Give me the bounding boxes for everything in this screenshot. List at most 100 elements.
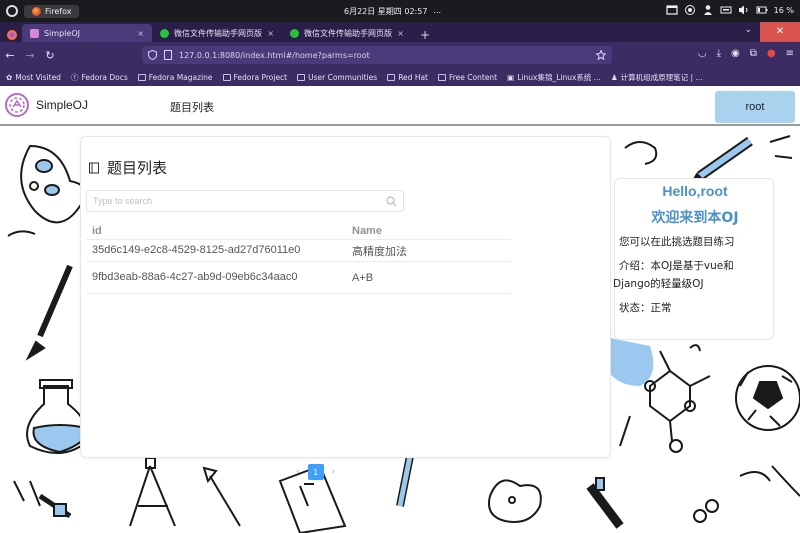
tab-label: 微信文件传输助手网页版: [174, 28, 262, 38]
problem-table: id Name 35d6c149-e2c8-4529-8125-ad27d760…: [86, 223, 511, 294]
problem-list-card: 题目列表 id Name 35d6c149-e2c8-4529-8125-ad2…: [80, 136, 611, 458]
column-header-name[interactable]: Name: [352, 225, 511, 237]
close-tab-icon[interactable]: ×: [137, 29, 144, 38]
table-row[interactable]: 9fbd3eab-88a6-4c27-ab9d-09eb6c34aac0 A+B: [86, 262, 511, 294]
firefox-view-icon[interactable]: [6, 29, 18, 41]
app-name: Firefox: [45, 6, 72, 16]
intro-line-2: 介绍：本OJ是基于vue和: [619, 260, 734, 272]
bookmark-fedora-magazine[interactable]: Fedora Magazine: [137, 73, 213, 82]
tab-strip: SimpleOJ × 微信文件传输助手网页版 × 微信文件传输助手网页版 × +…: [0, 22, 800, 42]
tab-wechat-1[interactable]: 微信文件传输助手网页版 ×: [152, 24, 282, 42]
back-arrow-icon[interactable]: ←: [0, 49, 20, 62]
battery-level: 16 %: [773, 5, 794, 15]
folder-icon: [387, 73, 396, 81]
tab-simpleoj[interactable]: SimpleOJ ×: [22, 24, 152, 42]
new-tab-button[interactable]: +: [412, 28, 438, 42]
addon-icon[interactable]: ●: [767, 48, 776, 59]
app-menu[interactable]: Firefox: [24, 4, 80, 18]
forward-arrow-icon[interactable]: →: [20, 49, 40, 62]
volume-icon[interactable]: [738, 4, 750, 16]
tab-label: 微信文件传输助手网页版: [304, 28, 392, 38]
intro-line-3: Django的轻量级OJ: [613, 278, 704, 290]
brand-name[interactable]: SimpleOJ: [36, 98, 88, 112]
tab-label: SimpleOJ: [44, 28, 80, 38]
url-bar[interactable]: 127.0.0.1:8080/index.html#/home?parms=ro…: [142, 46, 612, 64]
downloads-icon[interactable]: ⤓: [717, 48, 721, 59]
linux-icon: ▣: [507, 72, 515, 82]
bookmark-star-icon[interactable]: [596, 50, 606, 60]
extensions-icon[interactable]: ⧉: [750, 48, 757, 59]
list-icon: [89, 162, 99, 173]
next-page-button[interactable]: ›: [332, 467, 336, 477]
search-input[interactable]: [93, 196, 386, 206]
column-header-id[interactable]: id: [86, 226, 352, 237]
status-line: 状态：正常: [619, 302, 672, 314]
card-header: 题目列表: [89, 157, 167, 178]
greeting: Hello,root: [662, 183, 728, 199]
page-viewport: SimpleOJ 题目列表 root 题目列表 id Name 35d6c149…: [0, 86, 800, 533]
table-header: id Name: [86, 223, 511, 240]
close-tab-icon[interactable]: ×: [397, 29, 404, 38]
note-icon: ♟: [610, 72, 618, 82]
simpleoj-logo-icon[interactable]: [4, 92, 30, 118]
simpleoj-favicon: [30, 28, 39, 38]
activities-icon[interactable]: [6, 5, 18, 17]
bookmark-fedora-project[interactable]: Fedora Project: [222, 73, 287, 82]
shield-icon[interactable]: [148, 50, 157, 60]
bookmark-red-hat[interactable]: Red Hat: [387, 73, 428, 82]
firefox-icon: [32, 6, 41, 16]
bookmark-most-visited[interactable]: ✿ Most Visited: [6, 73, 61, 82]
search-box[interactable]: [86, 190, 404, 212]
menu-icon[interactable]: ≡: [786, 48, 794, 59]
magazine-icon: [137, 73, 146, 81]
clock-dots: ...: [433, 6, 442, 15]
navigation-toolbar: ← → ↻ 127.0.0.1:8080/index.html#/home?pa…: [0, 42, 800, 68]
datetime: 6月22日 星期四 02:57: [344, 7, 428, 16]
gear-icon: ✿: [6, 72, 13, 82]
intro-line-1: 您可以在此挑选题目练习: [619, 236, 735, 248]
bookmark-notes[interactable]: ♟ 计算机组成原理笔记 | ...: [611, 72, 703, 83]
wechat-icon: [290, 28, 299, 38]
close-tab-icon[interactable]: ×: [267, 29, 274, 38]
user-menu-button[interactable]: root: [715, 91, 795, 123]
bookmarks-toolbar: ✿ Most Visited ⓕ Fedora Docs Fedora Magazi…: [0, 68, 800, 86]
wechat-icon: [160, 28, 169, 38]
fedora-icon: ⓕ: [70, 72, 79, 82]
problem-name[interactable]: 高精度加法: [352, 243, 511, 259]
search-icon[interactable]: [386, 195, 397, 207]
clock[interactable]: 6月22日 星期四 02:57 ...: [344, 6, 441, 17]
folder-icon: [222, 73, 231, 81]
problem-id: 35d6c149-e2c8-4529-8125-ad27d76011e0: [92, 244, 301, 256]
page-icon[interactable]: [163, 50, 173, 60]
welcome-title: 欢迎来到本OJ: [651, 210, 739, 226]
page-title: 题目列表: [107, 159, 168, 177]
person-icon[interactable]: [702, 4, 714, 16]
window-close-button[interactable]: ✕: [760, 22, 800, 42]
window-icon[interactable]: [666, 4, 678, 16]
app-header: SimpleOJ 题目列表 root: [0, 86, 800, 126]
bookmark-user-communities[interactable]: User Communities: [297, 73, 377, 82]
list-tabs-icon[interactable]: ⌄: [744, 25, 752, 35]
page-number-current[interactable]: 1: [307, 464, 324, 480]
tab-wechat-2[interactable]: 微信文件传输助手网页版 ×: [282, 24, 412, 42]
folder-icon: [438, 73, 446, 81]
table-row[interactable]: 35d6c149-e2c8-4529-8125-ad27d76011e0 高精度…: [86, 240, 511, 262]
url-text[interactable]: 127.0.0.1:8080/index.html#/home?parms=ro…: [179, 51, 590, 60]
problem-id: 9fbd3eab-88a6-4c27-ab9d-09eb6c34aac0: [92, 271, 298, 283]
bookmark-fedora-docs[interactable]: ⓕ Fedora Docs: [71, 72, 128, 83]
recording-icon[interactable]: [684, 4, 696, 16]
os-top-bar: Firefox 6月22日 星期四 02:57 ... 16 %: [0, 0, 800, 22]
pagination: ‹ 1 ›: [296, 464, 335, 480]
account-icon[interactable]: ◉: [731, 48, 740, 59]
folder-icon: [297, 73, 306, 81]
nav-problem-list[interactable]: 题目列表: [170, 99, 214, 115]
problem-name[interactable]: A+B: [352, 272, 511, 284]
bookmark-linux[interactable]: ▣ Linux集锦_Linux系统 ...: [507, 72, 601, 83]
keyboard-icon[interactable]: [720, 4, 732, 16]
pocket-icon[interactable]: ◡: [698, 48, 707, 59]
welcome-card: Hello,root 欢迎来到本OJ 您可以在此挑选题目练习 介绍：本OJ是基于…: [613, 178, 774, 340]
battery-icon[interactable]: [756, 4, 768, 16]
reload-icon[interactable]: ↻: [40, 49, 60, 62]
bookmark-free-content[interactable]: Free Content: [438, 73, 497, 82]
prev-page-button[interactable]: ‹: [296, 467, 300, 477]
